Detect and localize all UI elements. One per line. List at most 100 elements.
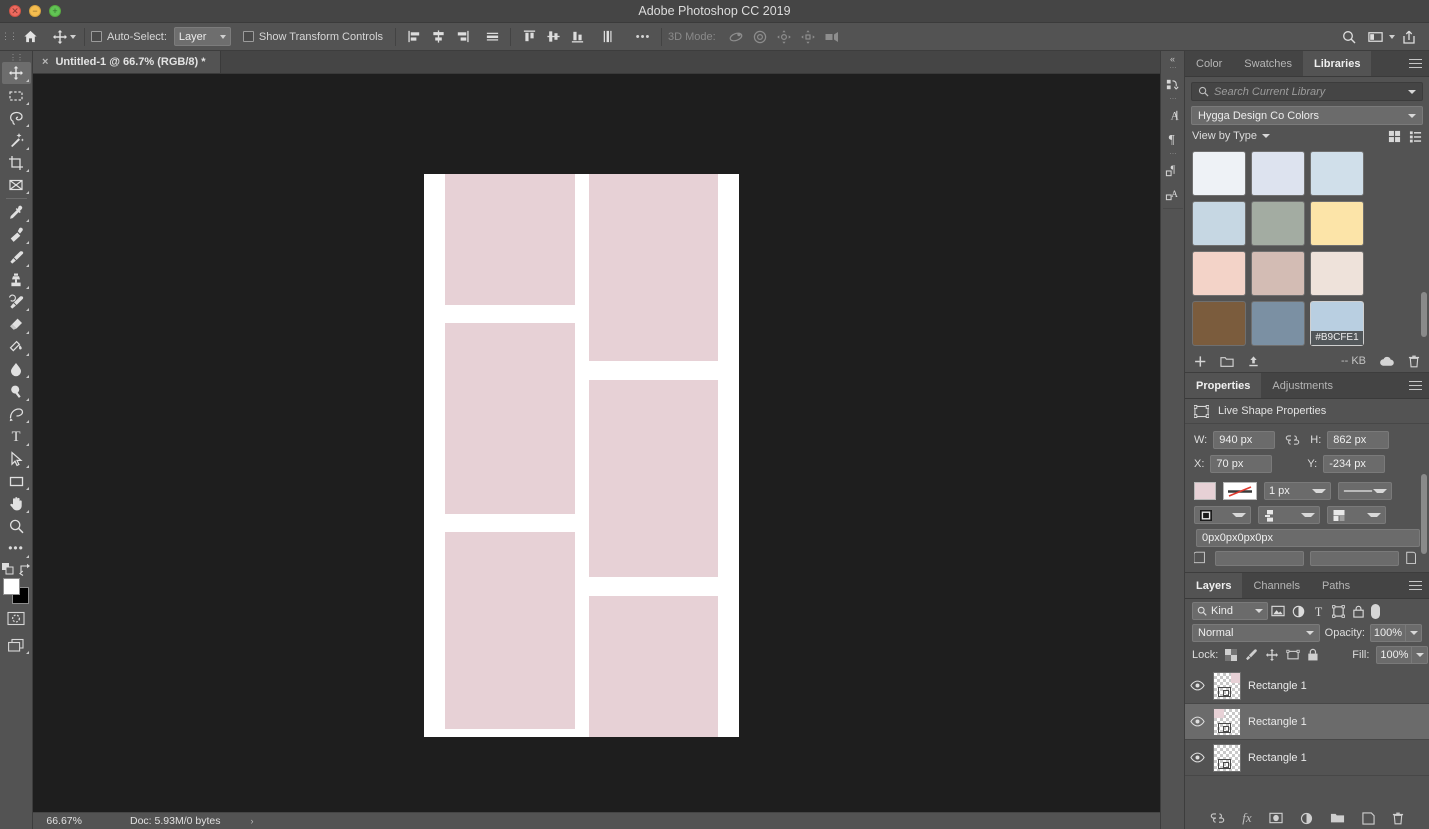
adjustment-layer-icon[interactable] (1300, 812, 1313, 825)
folder-icon[interactable] (1220, 355, 1234, 368)
properties-scrollbar[interactable] (1421, 474, 1427, 554)
quick-mask-button[interactable] (2, 608, 31, 630)
layer-mask-icon[interactable] (1269, 812, 1283, 824)
swatch-9[interactable] (1310, 251, 1364, 296)
eye-icon[interactable] (1189, 752, 1206, 763)
shape-layers-filter-icon[interactable] (1328, 602, 1348, 620)
smart-object-filter-icon[interactable] (1348, 602, 1368, 620)
lasso-tool-button[interactable] (2, 107, 31, 129)
foreground-background-colors[interactable] (2, 577, 30, 604)
align-left-edges-button[interactable] (402, 25, 426, 49)
trash-icon[interactable] (1408, 355, 1420, 368)
corner-radius-input[interactable]: 0px0px0px0px (1196, 529, 1420, 547)
swatch-5[interactable] (1251, 201, 1305, 246)
workspace-chevron-down-icon[interactable] (1389, 34, 1395, 39)
history-brush-tool-button[interactable] (2, 291, 31, 313)
pen-tool-button[interactable] (2, 403, 31, 425)
align-vertical-centers-button[interactable] (541, 25, 565, 49)
artboard[interactable] (424, 174, 739, 737)
distribute-vertical-button[interactable] (595, 25, 619, 49)
search-icon[interactable] (1337, 25, 1361, 49)
new-group-icon[interactable] (1330, 812, 1345, 824)
swatch-4[interactable] (1192, 201, 1246, 246)
close-document-icon[interactable]: × (42, 56, 48, 68)
dodge-tool-button[interactable] (2, 380, 31, 402)
swap-colors-icon[interactable] (18, 562, 32, 576)
fill-color-swatch[interactable] (1194, 482, 1216, 500)
type-layers-filter-icon[interactable]: T (1308, 602, 1328, 620)
home-icon[interactable] (18, 25, 42, 49)
stroke-align-dropdown[interactable] (1194, 506, 1251, 524)
show-transform-controls-checkbox[interactable] (242, 31, 254, 42)
tools-panel-grip[interactable]: ⋮⋮ (9, 53, 24, 62)
swatch-11[interactable] (1251, 301, 1305, 346)
maximize-window-button[interactable]: + (49, 5, 61, 17)
table-row[interactable]: Rectangle 1 (1185, 668, 1429, 704)
stroke-cap-dropdown[interactable] (1258, 506, 1320, 524)
tab-color[interactable]: Color (1185, 51, 1233, 76)
rectangle-mid-left[interactable] (445, 323, 575, 514)
library-selector[interactable]: Hygga Design Co Colors (1191, 106, 1423, 125)
table-row[interactable]: Rectangle 1 (1185, 740, 1429, 776)
hand-tool-button[interactable] (2, 492, 31, 514)
corner-radius-field-2[interactable] (1310, 551, 1399, 566)
tab-channels[interactable]: Channels (1242, 573, 1310, 598)
upload-icon[interactable] (1247, 355, 1260, 368)
view-by-chevron-down-icon[interactable] (1262, 134, 1271, 138)
swatch-7[interactable] (1192, 251, 1246, 296)
rectangle-top-left[interactable] (445, 174, 575, 305)
pixel-layers-filter-icon[interactable] (1268, 602, 1288, 620)
magic-wand-tool-button[interactable] (2, 129, 31, 151)
tab-paths[interactable]: Paths (1311, 573, 1361, 598)
auto-select-checkbox[interactable] (91, 31, 102, 42)
3d-panel-icon[interactable] (1162, 72, 1184, 96)
lock-all-icon[interactable] (1307, 648, 1319, 662)
lock-artboard-icon[interactable] (1286, 648, 1300, 662)
gradient-tool-button[interactable] (2, 336, 31, 358)
y-input[interactable]: -234 px (1323, 455, 1386, 473)
swatch-1[interactable] (1192, 151, 1246, 196)
paragraph-panel-icon[interactable]: ¶ (1162, 127, 1184, 151)
rectangle-bottom-left[interactable] (445, 532, 575, 729)
eye-icon[interactable] (1189, 716, 1206, 727)
share-icon[interactable] (1397, 25, 1421, 49)
pan-3d-icon[interactable] (772, 25, 796, 49)
stroke-width-dropdown[interactable]: 1 px (1264, 482, 1331, 500)
new-layer-icon[interactable] (1362, 811, 1375, 825)
height-input[interactable]: 862 px (1327, 431, 1390, 449)
layers-panel-menu-icon[interactable] (1402, 573, 1429, 598)
table-row[interactable]: Rectangle 1 (1185, 704, 1429, 740)
clone-stamp-tool-button[interactable] (2, 269, 31, 291)
screen-mode-button[interactable] (2, 634, 31, 656)
layer-style-icon[interactable]: fx (1242, 810, 1251, 826)
crop-tool-button[interactable] (2, 152, 31, 174)
more-align-options-button[interactable]: ••• (631, 25, 655, 49)
roll-3d-icon[interactable] (748, 25, 772, 49)
swatch-10[interactable] (1192, 301, 1246, 346)
brush-tool-button[interactable] (2, 246, 31, 268)
status-zoom-level[interactable]: 66.67% (33, 815, 88, 827)
close-window-button[interactable]: ✕ (9, 5, 21, 17)
default-colors-icon[interactable] (1, 562, 15, 576)
list-view-icon[interactable] (1409, 130, 1422, 143)
delete-layer-icon[interactable] (1392, 812, 1404, 825)
add-icon[interactable] (1194, 355, 1207, 368)
rectangular-marquee-tool-button[interactable] (2, 84, 31, 106)
library-search-row[interactable] (1191, 82, 1423, 101)
character-styles-icon[interactable]: ¶ (1162, 158, 1184, 182)
swatch-6[interactable] (1310, 201, 1364, 246)
stroke-color-swatch[interactable] (1223, 482, 1257, 500)
auto-select-scope-dropdown[interactable]: Layer (173, 27, 231, 46)
swatch-12[interactable]: #B9CFE1 (1310, 301, 1364, 346)
lock-image-pixels-icon[interactable] (1244, 648, 1258, 662)
grid-view-icon[interactable] (1388, 130, 1401, 143)
link-layers-icon[interactable] (1210, 813, 1225, 823)
stroke-corner-dropdown[interactable] (1327, 506, 1386, 524)
scale-3d-icon[interactable] (820, 25, 844, 49)
corner-radius-left-icon[interactable] (1194, 551, 1209, 566)
tab-adjustments[interactable]: Adjustments (1261, 373, 1344, 398)
opacity-stepper-chevron-icon[interactable] (1406, 624, 1422, 642)
link-icon[interactable] (1285, 435, 1300, 445)
rectangle-tool-button[interactable] (2, 470, 31, 492)
layer-filter-kind-dropdown[interactable]: Kind (1192, 602, 1268, 620)
